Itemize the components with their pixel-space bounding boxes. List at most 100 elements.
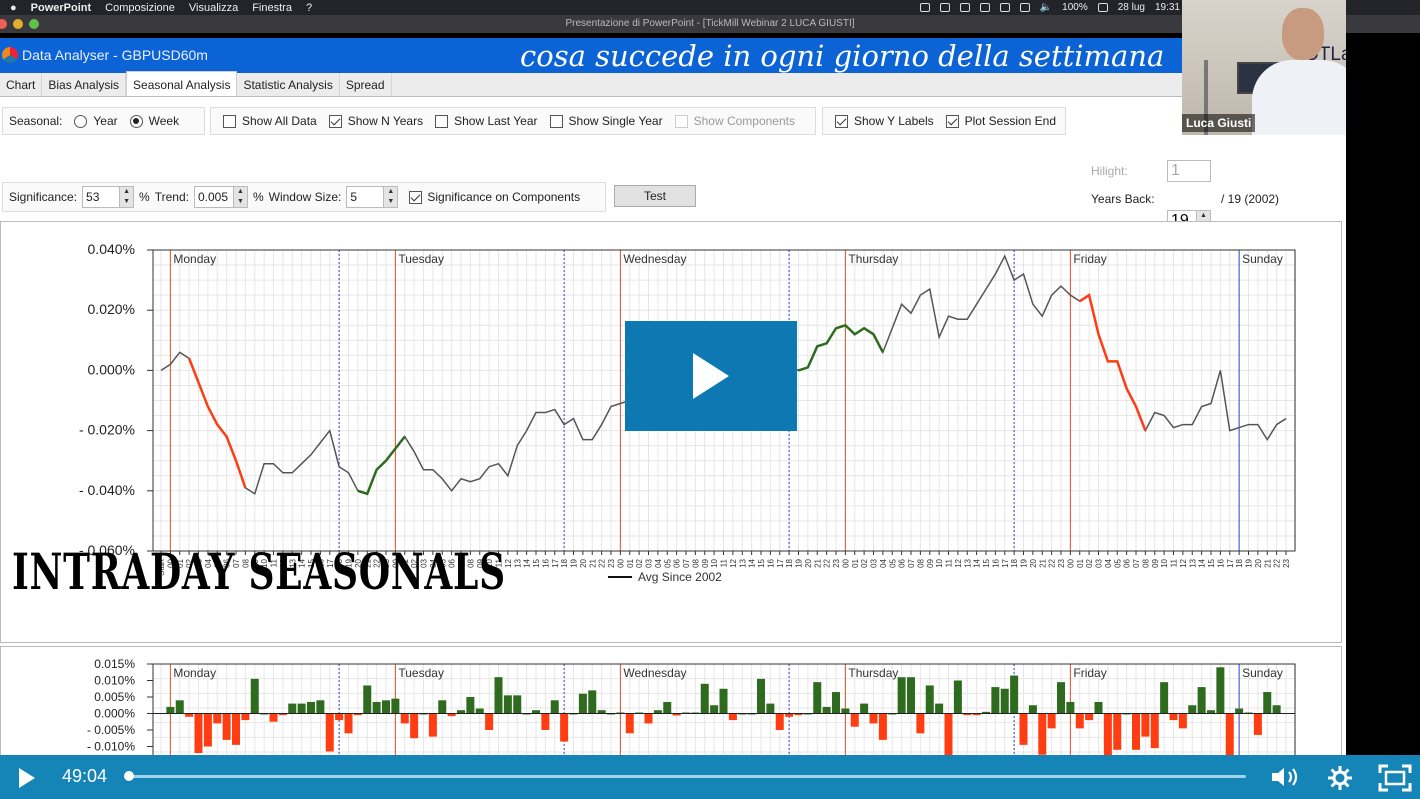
progress-bar[interactable] bbox=[128, 775, 1246, 778]
show-y-labels-checkbox[interactable] bbox=[835, 114, 848, 128]
day-label: Thursday bbox=[848, 252, 898, 266]
x-tick-label: 06 bbox=[1123, 558, 1132, 567]
x-tick-label: 12 bbox=[954, 558, 963, 567]
x-tick-label: 16 bbox=[991, 558, 1000, 567]
bar bbox=[1047, 713, 1056, 729]
x-tick-label: 18 bbox=[1235, 558, 1244, 567]
show-last-year-checkbox[interactable] bbox=[435, 114, 449, 128]
percent-label: % bbox=[252, 190, 264, 204]
app-titlebar: Data Analyser - GBPUSD60m cosa succede i… bbox=[0, 38, 1346, 73]
tab-bias-analysis[interactable]: Bias Analysis bbox=[42, 73, 127, 96]
day-label: Wednesday bbox=[623, 252, 686, 266]
tab-spread[interactable]: Spread bbox=[340, 73, 392, 96]
close-button[interactable] bbox=[0, 19, 7, 29]
status-icon[interactable] bbox=[919, 3, 930, 12]
x-tick-label: 18 bbox=[785, 558, 794, 567]
x-tick-label: 10 bbox=[710, 558, 719, 567]
seasonal-bar-chart: 0.015% 0.010% 0.005% 0.000% - 0.005% - 0.010%… bbox=[87, 657, 1296, 797]
minimize-button[interactable] bbox=[13, 19, 23, 29]
tab-statistic-analysis[interactable]: Statistic Analysis bbox=[237, 73, 340, 96]
percent-label: % bbox=[139, 190, 150, 204]
menu-composizione[interactable]: Composizione bbox=[105, 2, 175, 14]
plot-session-end-checkbox[interactable] bbox=[945, 114, 959, 128]
dropbox-icon[interactable] bbox=[979, 3, 990, 12]
bar bbox=[935, 703, 944, 714]
show-components-checkbox[interactable] bbox=[674, 114, 688, 128]
x-tick-label: 16 bbox=[766, 558, 775, 567]
show-all-data-checkbox[interactable] bbox=[223, 114, 236, 128]
bar bbox=[1141, 713, 1150, 737]
checkbox-label: Plot Session End bbox=[964, 114, 1057, 128]
presenter-shirt bbox=[1252, 60, 1346, 135]
year-radio[interactable] bbox=[74, 114, 88, 128]
bar bbox=[1028, 705, 1037, 714]
volume-icon[interactable] bbox=[1270, 765, 1302, 789]
bar bbox=[428, 713, 437, 737]
wifi-icon[interactable] bbox=[1019, 3, 1030, 12]
x-tick-label: 13 bbox=[1188, 558, 1197, 567]
bar bbox=[907, 677, 915, 714]
settings-gear-icon[interactable] bbox=[1327, 765, 1353, 791]
x-tick-label: 22 bbox=[1273, 558, 1282, 567]
zoom-button[interactable] bbox=[29, 19, 39, 29]
x-tick-label: 08 bbox=[1141, 558, 1150, 567]
y-tick-label: - 0.005% bbox=[87, 723, 135, 737]
x-tick-label: 03 bbox=[1095, 558, 1104, 567]
tab-chart[interactable]: Chart bbox=[0, 73, 43, 96]
spin-arrows-icon[interactable]: ▲▼ bbox=[119, 187, 134, 207]
trend-stepper[interactable]: 0.005 ▲ ▼ bbox=[193, 186, 248, 208]
x-tick-label: 19 bbox=[1245, 558, 1254, 567]
spin-arrows-icon[interactable]: ▲▼ bbox=[232, 187, 247, 207]
menu-finestra[interactable]: Finestra bbox=[252, 2, 292, 14]
significance-components-checkbox[interactable] bbox=[409, 190, 423, 204]
progress-scrubber[interactable] bbox=[124, 771, 134, 781]
status-icon[interactable] bbox=[939, 3, 950, 12]
show-n-years-checkbox[interactable] bbox=[328, 114, 342, 128]
checkbox-label: Show All Data bbox=[242, 114, 317, 128]
checkbox-label: Show Single Year bbox=[568, 114, 663, 128]
tab-seasonal-analysis[interactable]: Seasonal Analysis bbox=[126, 71, 238, 96]
significance-stepper[interactable]: 53 ▲ ▼ bbox=[82, 186, 135, 208]
bar bbox=[222, 713, 231, 740]
menu-visualizza[interactable]: Visualizza bbox=[189, 2, 238, 14]
show-single-year-checkbox[interactable] bbox=[549, 114, 563, 128]
volume-icon[interactable]: 🔈 bbox=[1040, 2, 1052, 13]
bar bbox=[588, 690, 597, 714]
menu-app[interactable]: PowerPoint bbox=[31, 2, 92, 14]
display-options-group: Show All Data Show N Years Show Last Yea… bbox=[210, 107, 816, 135]
hilight-stepper[interactable]: 1 bbox=[1167, 160, 1211, 182]
test-button[interactable]: Test bbox=[614, 185, 696, 207]
x-tick-label: 17 bbox=[1001, 558, 1010, 567]
bar bbox=[1272, 705, 1281, 714]
bar bbox=[1066, 701, 1075, 714]
play-icon[interactable] bbox=[18, 767, 36, 789]
x-tick-label: 08 bbox=[691, 558, 700, 567]
bar bbox=[250, 678, 259, 714]
bar bbox=[325, 713, 334, 752]
bar bbox=[391, 698, 400, 714]
bar bbox=[953, 680, 962, 714]
big-play-button[interactable] bbox=[625, 321, 797, 431]
menu-help[interactable]: ? bbox=[306, 2, 312, 14]
x-tick-label: 04 bbox=[654, 558, 663, 567]
x-tick-label: 12 bbox=[1179, 558, 1188, 567]
x-tick-label: 11 bbox=[1170, 558, 1179, 567]
clock-icon[interactable] bbox=[999, 3, 1010, 12]
battery-icon bbox=[1097, 3, 1108, 12]
bar bbox=[822, 706, 831, 714]
spin-arrows-icon[interactable]: ▲▼ bbox=[383, 187, 398, 207]
cloud-icon[interactable] bbox=[959, 3, 970, 12]
window-size-stepper[interactable]: 5 ▲ ▼ bbox=[346, 186, 399, 208]
x-tick-label: 03 bbox=[870, 558, 879, 567]
apple-icon[interactable]: ● bbox=[10, 2, 17, 14]
x-tick-label: 17 bbox=[551, 558, 560, 567]
bar bbox=[832, 692, 840, 714]
bar bbox=[878, 713, 887, 740]
week-radio[interactable] bbox=[129, 114, 143, 128]
day-label: Sunday bbox=[1242, 252, 1283, 266]
x-tick-label: 20 bbox=[804, 558, 813, 567]
seasonal-bar-chart-panel: 0.015% 0.010% 0.005% 0.000% - 0.005% - 0.010%… bbox=[0, 646, 1342, 797]
bar bbox=[372, 701, 381, 714]
x-tick-label: 15 bbox=[1207, 558, 1216, 567]
fullscreen-icon[interactable] bbox=[1378, 764, 1412, 792]
